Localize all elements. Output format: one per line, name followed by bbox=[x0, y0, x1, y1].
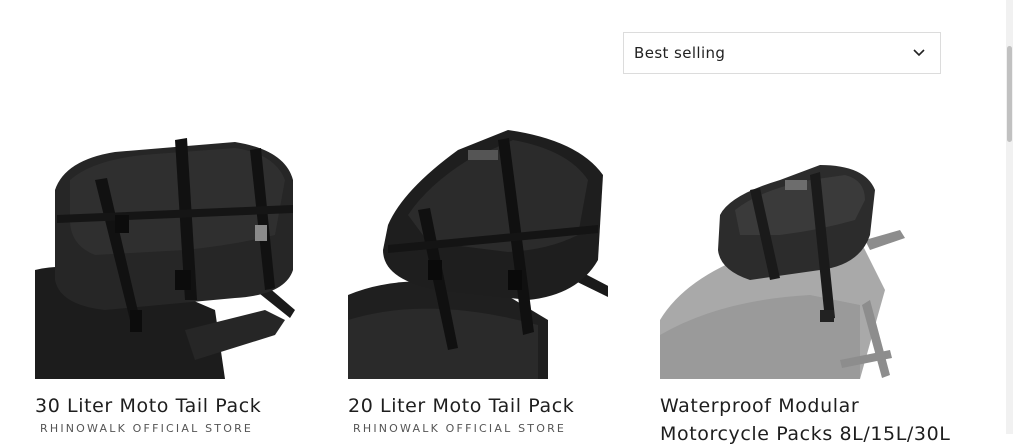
product-title[interactable]: 30 Liter Moto Tail Pack bbox=[35, 392, 325, 420]
product-title-line2[interactable]: Motorcycle Packs 8L/15L/30L bbox=[660, 420, 950, 448]
product-vendor: RHINOWALK OFFICIAL STORE bbox=[40, 422, 254, 435]
modular-pack-image[interactable] bbox=[660, 120, 920, 379]
sort-selected-label: Best selling bbox=[634, 44, 726, 62]
product-title[interactable]: Waterproof Modular bbox=[660, 392, 950, 420]
chevron-down-icon bbox=[913, 49, 925, 57]
product-card[interactable]: Waterproof Modular Motorcycle Packs 8L/1… bbox=[660, 120, 950, 445]
tail-pack-20l-image[interactable] bbox=[348, 120, 608, 379]
sort-dropdown[interactable]: Best selling bbox=[623, 32, 941, 74]
product-vendor: RHINOWALK OFFICIAL STORE bbox=[353, 422, 567, 435]
product-card[interactable]: 20 Liter Moto Tail Pack RHINOWALK OFFICI… bbox=[348, 120, 608, 435]
product-card[interactable]: 30 Liter Moto Tail Pack RHINOWALK OFFICI… bbox=[35, 120, 295, 435]
scrollbar-thumb[interactable] bbox=[1007, 46, 1012, 142]
tail-pack-30l-image[interactable] bbox=[35, 120, 295, 379]
page-scrollbar[interactable] bbox=[1006, 0, 1013, 434]
product-title[interactable]: 20 Liter Moto Tail Pack bbox=[348, 392, 638, 420]
